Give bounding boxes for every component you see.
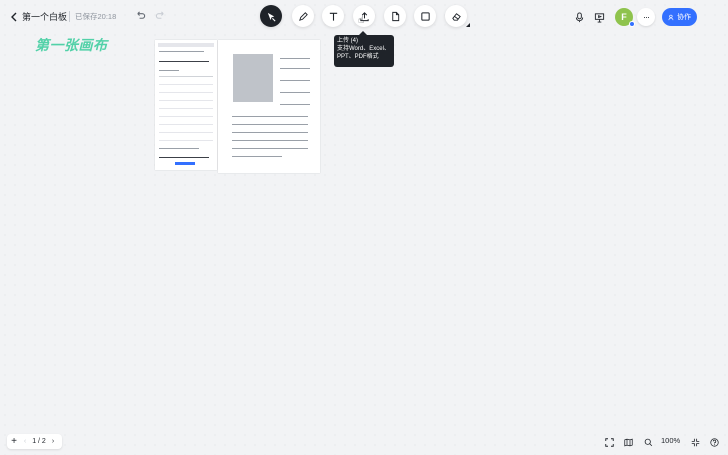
document-tool-button[interactable] — [384, 5, 406, 27]
board-title[interactable]: 第一个白板 — [22, 11, 67, 23]
uploaded-document-thumbnail[interactable] — [155, 40, 217, 170]
tooltip-line: PPT、PDF格式 — [337, 54, 379, 60]
collaborate-label: 协作 — [677, 14, 691, 21]
select-tool-button[interactable] — [260, 5, 282, 27]
search-icon[interactable] — [642, 436, 654, 448]
add-page-button[interactable]: + — [7, 436, 21, 447]
next-page-icon[interactable]: › — [49, 438, 57, 445]
online-indicator — [629, 21, 635, 27]
zoom-level[interactable]: 100% — [661, 436, 680, 445]
eraser-icon — [451, 12, 461, 21]
upload-tooltip: 上传 (4) 支持Word、Excel、 PPT、PDF格式 — [334, 35, 394, 67]
tooltip-line: 支持Word、Excel、 — [337, 46, 390, 52]
text-icon — [329, 12, 337, 21]
undo-icon[interactable] — [135, 10, 146, 24]
tool-options-caret[interactable] — [466, 23, 470, 27]
uploaded-pdf-thumbnail[interactable] — [218, 40, 320, 173]
redo-icon[interactable] — [155, 10, 166, 24]
eraser-tool-button[interactable] — [445, 5, 467, 27]
pen-tool-button[interactable] — [292, 5, 314, 27]
zoom-fit-icon[interactable] — [689, 436, 701, 448]
presentation-icon[interactable] — [592, 10, 606, 24]
divider — [69, 11, 70, 22]
prev-page-icon[interactable]: ‹ — [21, 438, 29, 445]
back-chevron-icon[interactable] — [8, 11, 20, 23]
microphone-icon[interactable] — [572, 10, 586, 24]
document-icon — [391, 11, 399, 21]
page-indicator: 1 / 2 — [32, 438, 46, 445]
select-cursor-icon — [267, 12, 276, 21]
page-navigator: + ‹ 1 / 2 › — [7, 434, 62, 449]
pen-icon — [298, 11, 308, 21]
help-icon[interactable] — [708, 436, 720, 448]
map-icon[interactable] — [622, 436, 634, 448]
hand-cursor-icon: ☝ — [358, 15, 365, 26]
text-tool-button[interactable] — [322, 5, 344, 27]
square-icon — [420, 11, 430, 21]
more-menu-button[interactable]: ··· — [637, 8, 655, 26]
tooltip-line: 上传 (4) — [337, 38, 359, 44]
save-status: 已保存20:18 — [75, 12, 117, 21]
shape-tool-button[interactable] — [414, 5, 436, 27]
canvas-title[interactable]: 第一张画布 — [35, 35, 108, 55]
fit-screen-icon[interactable] — [603, 436, 615, 448]
user-add-icon — [668, 14, 674, 20]
collaborate-button[interactable]: 协作 — [662, 8, 697, 26]
